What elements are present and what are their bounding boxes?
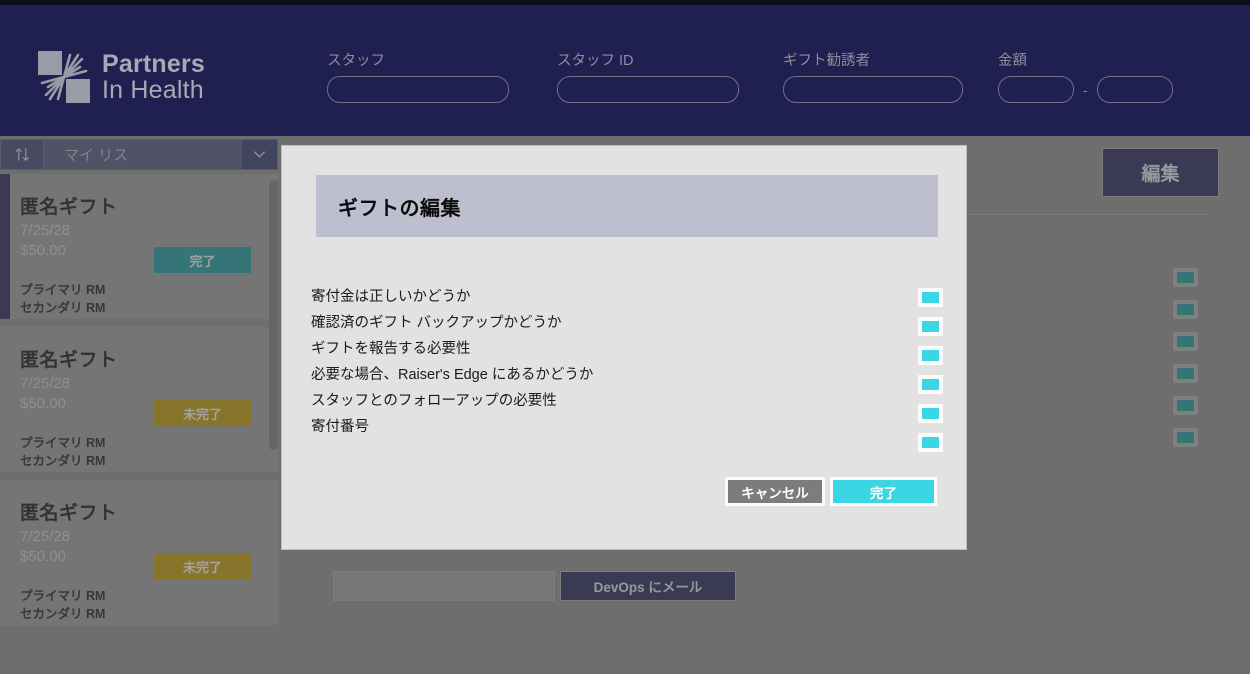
- filter-amount-label: 金額: [998, 53, 1027, 69]
- filter-gift-solicitor: ギフト勧誘者: [783, 49, 963, 103]
- edit-gift-modal: ギフトの編集 寄付金は正しいかどうか 確認済のギフト バックアップかどうか ギフ…: [281, 145, 967, 550]
- checklist-checkbox-3[interactable]: [918, 346, 943, 365]
- filter-staff-id-input[interactable]: [557, 76, 739, 103]
- partners-in-health-logo-icon: [36, 49, 92, 105]
- modal-actions: キャンセル 完了: [725, 477, 937, 506]
- checklist-checkbox-5[interactable]: [918, 404, 943, 423]
- checklist-checkbox-4[interactable]: [918, 375, 943, 394]
- brand-wordmark: Partners In Health: [102, 51, 205, 103]
- checklist-label-5: スタッフとのフォローアップの必要性: [311, 393, 557, 409]
- filter-gift-solicitor-label: ギフト勧誘者: [783, 53, 870, 69]
- checklist-checkbox-6[interactable]: [918, 433, 943, 452]
- filter-gift-solicitor-input[interactable]: [783, 76, 963, 103]
- checklist-label-1: 寄付金は正しいかどうか: [311, 289, 471, 305]
- modal-title: ギフトの編集: [338, 197, 461, 220]
- confirm-button[interactable]: 完了: [830, 477, 937, 506]
- app-root: Partners In Health スタッフ スタッフ ID ギフト勧誘者 金…: [0, 0, 1250, 674]
- filter-amount: 金額 -: [998, 49, 1173, 103]
- filter-staff-id: スタッフ ID: [557, 49, 739, 103]
- brand-logo: Partners In Health: [36, 49, 205, 105]
- checklist-label-3: ギフトを報告する必要性: [311, 341, 471, 357]
- modal-header: ギフトの編集: [316, 175, 938, 237]
- checklist-checkbox-1[interactable]: [918, 288, 943, 307]
- amount-range-separator: -: [1083, 81, 1088, 98]
- filter-staff-input[interactable]: [327, 76, 509, 103]
- app-header: Partners In Health スタッフ スタッフ ID ギフト勧誘者 金…: [0, 5, 1250, 136]
- checklist-label-2: 確認済のギフト バックアップかどうか: [311, 315, 562, 331]
- checklist-label-4: 必要な場合、Raiser's Edge にあるかどうか: [311, 367, 594, 383]
- filter-staff-label: スタッフ: [327, 53, 385, 69]
- filter-staff: スタッフ: [327, 49, 509, 103]
- brand-name-line2: In Health: [102, 76, 204, 104]
- cancel-button[interactable]: キャンセル: [725, 477, 825, 506]
- checklist-checkbox-2[interactable]: [918, 317, 943, 336]
- filter-amount-min-input[interactable]: [998, 76, 1074, 103]
- filter-staff-id-label: スタッフ ID: [557, 53, 634, 69]
- checklist-label-6: 寄付番号: [311, 419, 369, 435]
- brand-name-line1: Partners: [102, 50, 206, 78]
- filter-amount-range: -: [998, 76, 1173, 103]
- filter-amount-max-input[interactable]: [1096, 76, 1173, 103]
